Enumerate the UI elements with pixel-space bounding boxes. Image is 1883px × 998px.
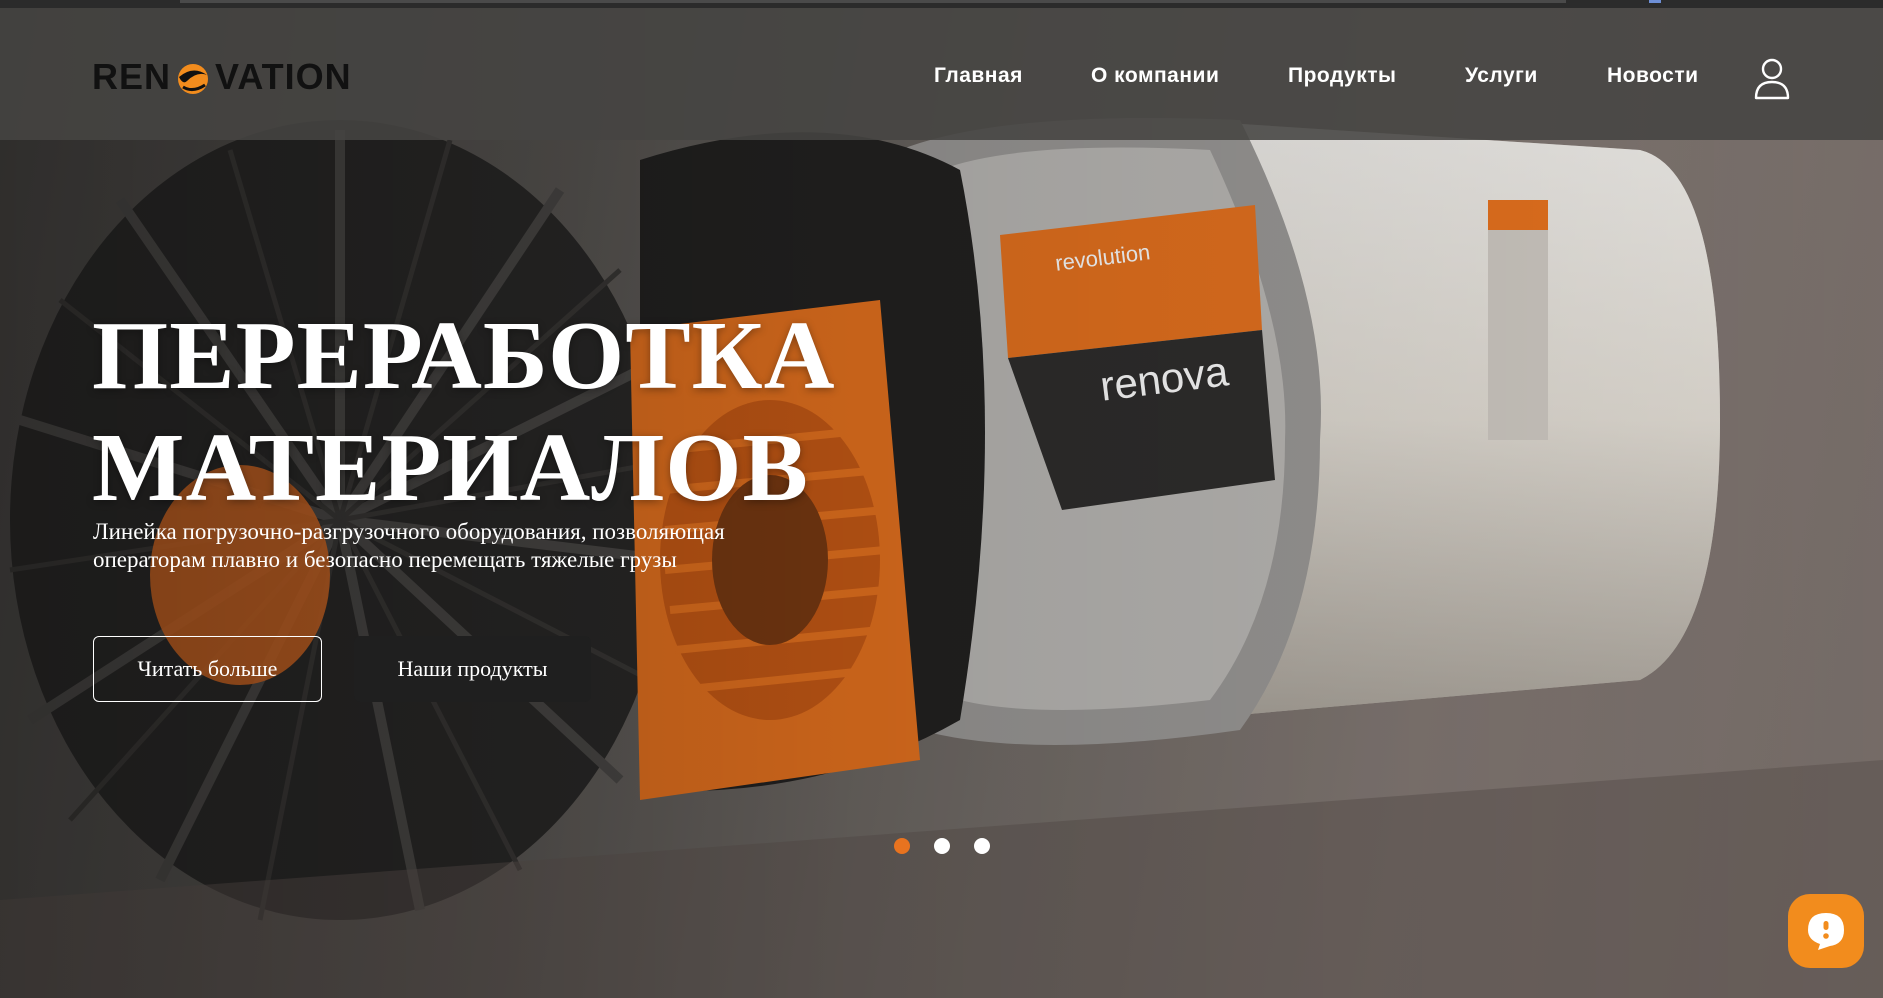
top-scroll-track bbox=[180, 0, 1566, 3]
hero-title-line-1: ПЕРЕРАБОТКА bbox=[92, 302, 836, 410]
hero-subtitle: Линейка погрузочно-разгрузочного оборудо… bbox=[93, 518, 813, 574]
site-header: REN VATION Главная О компании Продукты У… bbox=[0, 8, 1883, 140]
slider-dot-3[interactable] bbox=[974, 838, 990, 854]
nav-item-products[interactable]: Продукты bbox=[1288, 64, 1396, 88]
nav-item-home[interactable]: Главная bbox=[934, 64, 1023, 88]
hero-subtitle-line-2: операторам плавно и безопасно перемещать… bbox=[93, 547, 677, 572]
hero-subtitle-line-1: Линейка погрузочно-разгрузочного оборудо… bbox=[93, 519, 725, 544]
our-products-button[interactable]: Наши продукты bbox=[354, 636, 591, 702]
chat-widget-button[interactable] bbox=[1788, 894, 1864, 968]
nav-item-about[interactable]: О компании bbox=[1091, 64, 1219, 88]
top-indicator bbox=[1649, 0, 1661, 3]
nav-item-news[interactable]: Новости bbox=[1607, 64, 1699, 88]
slider-dot-2[interactable] bbox=[934, 838, 950, 854]
hero-title-line-2: МАТЕРИАЛОВ bbox=[92, 414, 809, 522]
read-more-button[interactable]: Читать больше bbox=[93, 636, 322, 702]
hero-title: ПЕРЕРАБОТКА МАТЕРИАЛОВ bbox=[92, 300, 912, 524]
window-top-strip bbox=[0, 0, 1883, 8]
chat-bubble-icon bbox=[1808, 913, 1844, 950]
main-nav: Главная О компании Продукты Услуги Новос… bbox=[0, 64, 1883, 104]
nav-item-services[interactable]: Услуги bbox=[1465, 64, 1538, 88]
slider-dot-1[interactable] bbox=[894, 838, 910, 854]
slider-pagination bbox=[0, 838, 1883, 854]
user-icon[interactable] bbox=[1752, 56, 1792, 100]
